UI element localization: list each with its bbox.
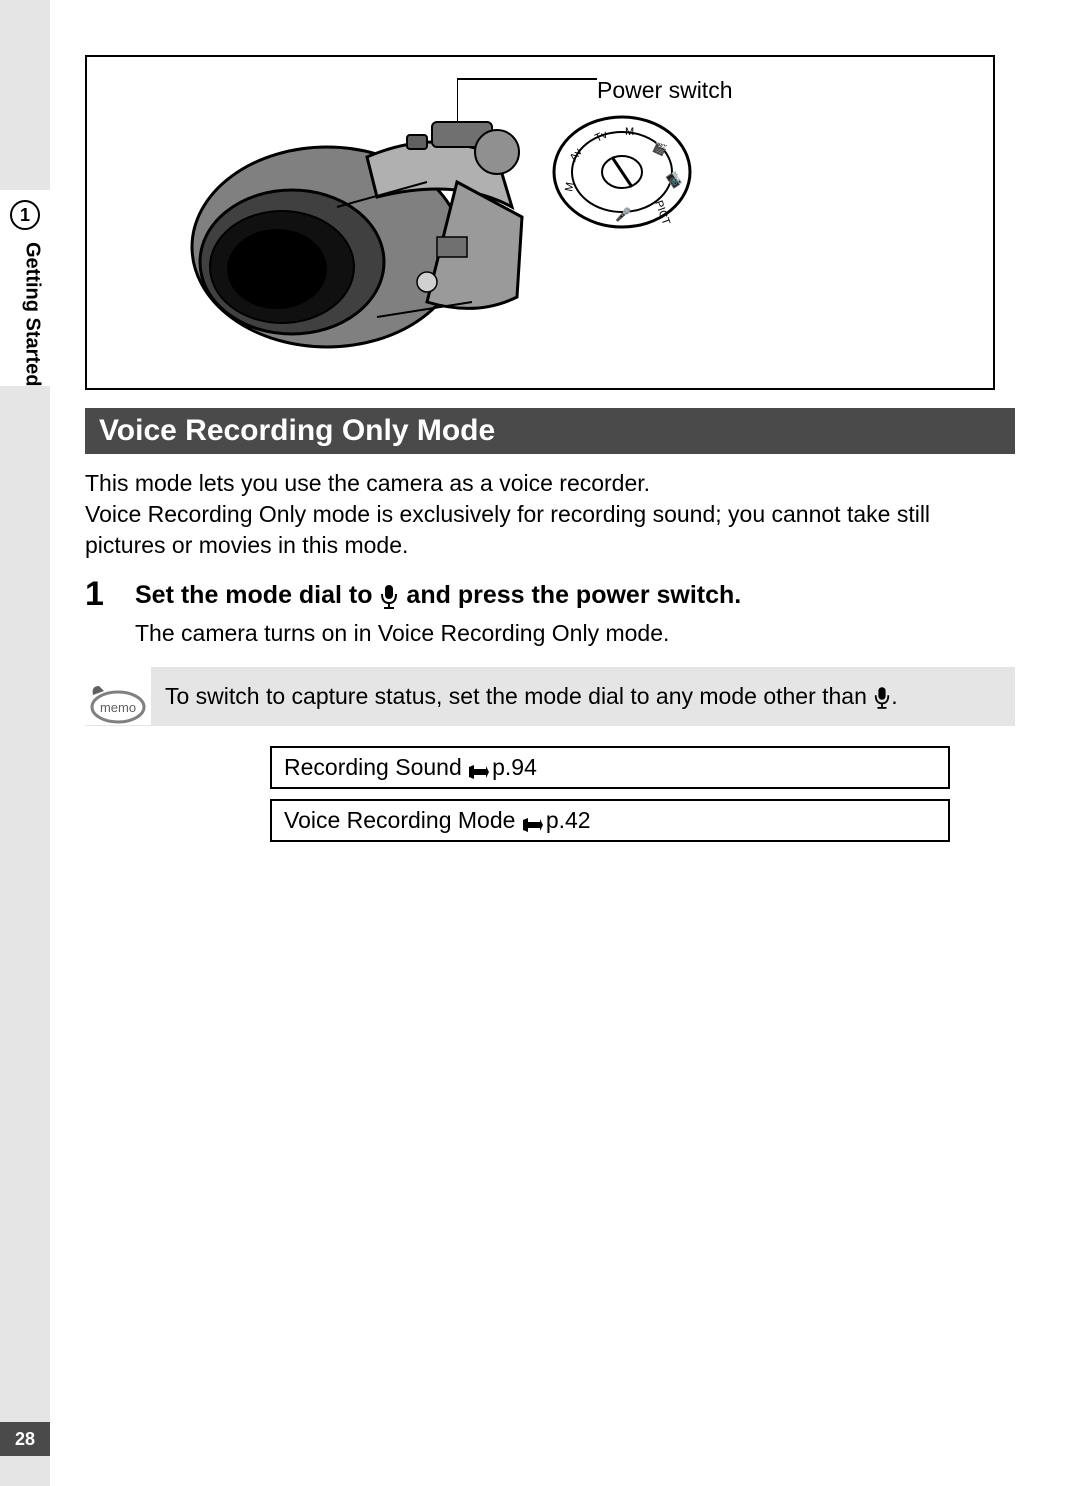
memo-text: To switch to capture status, set the mod… (151, 667, 1005, 726)
ref-label: Voice Recording Mode (284, 807, 522, 833)
ref-recording-sound: Recording Sound p.94 (270, 746, 950, 789)
power-switch-label: Power switch (597, 77, 732, 104)
ref-label: Recording Sound (284, 754, 468, 780)
page-number-value: 28 (15, 1429, 35, 1450)
section-heading: Voice Recording Only Mode (85, 408, 1015, 454)
svg-text:M: M (625, 126, 634, 138)
step-text-after: and press the power switch. (399, 581, 741, 609)
ref-page: p.94 (492, 754, 537, 780)
camera-illustration: Power switch Tv M 🎬 Av M PI (85, 55, 995, 390)
cross-references: Recording Sound p.94 Voice Recording Mod… (270, 746, 950, 842)
microphone-icon (873, 686, 891, 710)
memo-text-before: To switch to capture status, set the mod… (165, 683, 873, 709)
page-number: 28 (0, 1422, 50, 1456)
main-content: Power switch Tv M 🎬 Av M PI (85, 55, 1015, 852)
memo-box: memo To switch to capture status, set th… (85, 667, 1015, 726)
chapter-title: Getting Started (7, 242, 44, 386)
chapter-number: 1 (20, 205, 30, 226)
step-result: The camera turns on in Voice Recording O… (135, 620, 1015, 647)
camera-body-illustration (177, 87, 547, 367)
section-intro: This mode lets you use the camera as a v… (85, 468, 1015, 561)
step-number: 1 (85, 575, 135, 614)
pointer-icon (522, 817, 544, 833)
svg-text:🎤: 🎤 (615, 206, 631, 222)
microphone-icon (379, 584, 399, 610)
step-instruction: Set the mode dial to and press the power… (135, 575, 741, 612)
step-1: 1 Set the mode dial to and press the pow… (85, 575, 1015, 614)
ref-voice-recording-mode: Voice Recording Mode p.42 (270, 799, 950, 842)
chapter-number-circle: 1 (10, 200, 40, 230)
memo-icon: memo (85, 667, 151, 725)
ref-page: p.42 (546, 807, 591, 833)
mode-dial-detail-illustration: Tv M 🎬 Av M PICT 🎤 📷 (547, 107, 697, 237)
svg-text:memo: memo (100, 700, 136, 715)
side-chapter-tab: 1 Getting Started (0, 190, 50, 386)
step-text-before: Set the mode dial to (135, 581, 379, 609)
memo-text-after: . (891, 683, 897, 709)
section-heading-text: Voice Recording Only Mode (99, 414, 495, 447)
pointer-icon (468, 764, 490, 780)
